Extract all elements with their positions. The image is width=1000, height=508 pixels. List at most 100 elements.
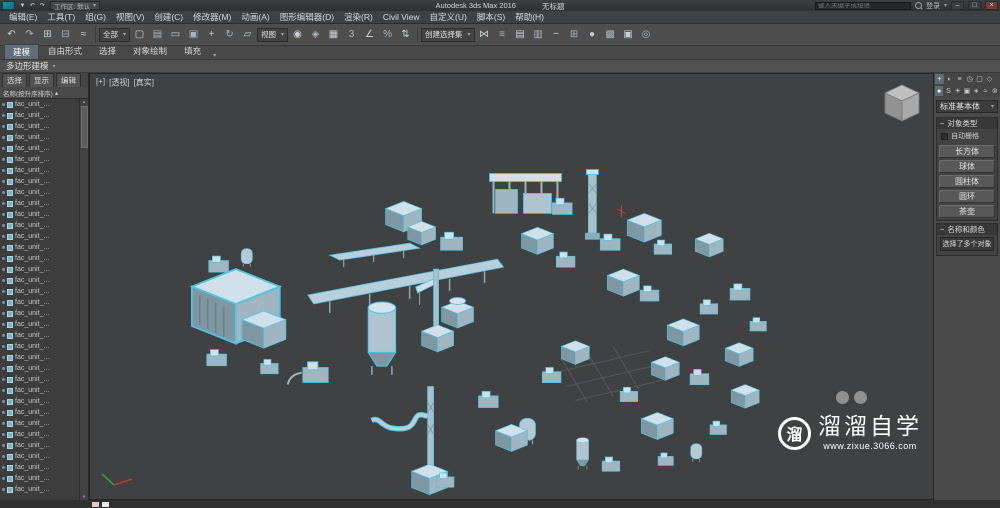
list-item[interactable]: fac_unit_... [0, 99, 79, 110]
keyboard-override-icon[interactable]: ▦ [325, 26, 342, 43]
menu-item[interactable]: 渲染(R) [339, 11, 378, 23]
scrollbar-thumb[interactable] [81, 106, 88, 148]
unlink-selection-icon[interactable]: ⊟ [57, 26, 74, 43]
list-item[interactable]: fac_unit_... [0, 231, 79, 242]
percent-snap-icon[interactable]: % [379, 26, 396, 43]
cameras-subtab[interactable]: ▣ [963, 86, 971, 96]
material-editor-icon[interactable]: ● [584, 26, 601, 43]
object-type-button[interactable]: 圆柱体 [939, 175, 995, 188]
list-item[interactable]: fac_unit_... [0, 473, 79, 484]
select-and-link-icon[interactable]: ⊞ [39, 26, 56, 43]
menu-item[interactable]: 工具(T) [42, 11, 80, 23]
object-type-button[interactable]: 长方体 [939, 145, 995, 158]
undo-icon[interactable]: ↶ [3, 26, 20, 43]
select-and-move-icon[interactable]: + [203, 26, 220, 43]
menu-item[interactable]: 视图(V) [111, 11, 149, 23]
list-item[interactable]: fac_unit_... [0, 352, 79, 363]
rendered-frame-icon[interactable]: ▣ [620, 26, 637, 43]
list-item[interactable]: fac_unit_... [0, 242, 79, 253]
menu-item[interactable]: 自定义(U) [425, 11, 472, 23]
helpers-subtab[interactable]: ∗ [972, 86, 980, 96]
list-item[interactable]: fac_unit_... [0, 143, 79, 154]
maximize-button[interactable]: □ [968, 1, 981, 10]
ribbon-toggle-icon[interactable]: ▥ [530, 26, 547, 43]
curve-editor-icon[interactable]: ~ [548, 26, 565, 43]
bind-to-space-warp-icon[interactable]: ≈ [75, 26, 92, 43]
sign-in-link[interactable]: 登录 [926, 1, 940, 11]
chevron-down-icon[interactable]: ▾ [944, 2, 947, 9]
3dsmax-logo[interactable] [2, 1, 15, 10]
menu-item[interactable]: 创建(C) [149, 11, 188, 23]
explorer-tab[interactable]: 编辑 [56, 73, 81, 88]
list-item[interactable]: fac_unit_... [0, 198, 79, 209]
menu-item[interactable]: Civil View [378, 12, 425, 22]
minimize-button[interactable]: – [951, 1, 964, 10]
ribbon-tab[interactable]: 建模 [4, 44, 39, 59]
angle-snap-icon[interactable]: ∠ [361, 26, 378, 43]
snap-toggle-icon[interactable]: 3 [343, 26, 360, 43]
list-item[interactable]: fac_unit_... [0, 429, 79, 440]
list-item[interactable]: fac_unit_... [0, 187, 79, 198]
list-item[interactable]: fac_unit_... [0, 374, 79, 385]
list-item[interactable]: fac_unit_... [0, 330, 79, 341]
list-item[interactable]: fac_unit_... [0, 132, 79, 143]
scroll-down-icon[interactable]: ▾ [83, 494, 86, 500]
list-item[interactable]: fac_unit_... [0, 319, 79, 330]
viewport-menu-plus[interactable]: [+] [96, 77, 105, 88]
menu-item[interactable]: 动画(A) [236, 11, 274, 23]
menu-item[interactable]: 编辑(E) [4, 11, 42, 23]
list-item[interactable]: fac_unit_... [0, 209, 79, 220]
qat-redo-icon[interactable]: ↷ [38, 1, 47, 10]
window-crossing-icon[interactable]: ▣ [185, 26, 202, 43]
viewcube[interactable] [879, 80, 925, 126]
systems-subtab[interactable]: ⊚ [991, 86, 999, 96]
mirror-icon[interactable]: ⋈ [476, 26, 493, 43]
ribbon-tab[interactable]: 自由形式 [40, 44, 90, 59]
modify-tab[interactable]: ◐ [945, 74, 954, 84]
list-item[interactable]: fac_unit_... [0, 396, 79, 407]
list-item[interactable]: fac_unit_... [0, 264, 79, 275]
ribbon-tab[interactable]: 对象绘制 [125, 44, 175, 59]
list-item[interactable]: fac_unit_... [0, 220, 79, 231]
chevron-down-icon[interactable]: ▾ [53, 63, 56, 70]
select-and-scale-icon[interactable]: ▱ [239, 26, 256, 43]
object-type-button[interactable]: 球体 [939, 160, 995, 173]
maxscript-mini-listener[interactable] [92, 502, 99, 507]
menu-item[interactable]: 修改器(M) [188, 11, 236, 23]
select-and-rotate-icon[interactable]: ↻ [221, 26, 238, 43]
list-item[interactable]: fac_unit_... [0, 407, 79, 418]
schematic-view-icon[interactable]: ⊞ [566, 26, 583, 43]
list-item[interactable]: fac_unit_... [0, 121, 79, 132]
select-object-icon[interactable]: ▢ [131, 26, 148, 43]
select-by-name-icon[interactable]: ▤ [149, 26, 166, 43]
selection-region-icon[interactable]: ▭ [167, 26, 184, 43]
list-item[interactable]: fac_unit_... [0, 363, 79, 374]
display-tab[interactable]: ▢ [975, 74, 984, 84]
menu-item[interactable]: 帮助(H) [510, 11, 549, 23]
list-item[interactable]: fac_unit_... [0, 451, 79, 462]
shapes-subtab[interactable]: S [944, 86, 952, 96]
list-item[interactable]: fac_unit_... [0, 110, 79, 121]
search-icon[interactable] [915, 2, 922, 9]
chevron-down-icon[interactable]: ▾ [213, 52, 216, 59]
object-type-button[interactable]: 茶壶 [939, 205, 995, 218]
scroll-up-icon[interactable]: ▴ [83, 99, 86, 105]
close-button[interactable]: × [985, 1, 998, 10]
autogrid-checkbox[interactable] [941, 133, 948, 140]
geometry-subtab[interactable]: ● [935, 86, 943, 96]
explorer-sort-header[interactable]: 名称(按升序排序) ▴ [0, 87, 88, 99]
menu-item[interactable]: 组(G) [80, 11, 111, 23]
polygon-modeling-panel[interactable]: 多边形建模 [6, 60, 49, 72]
list-item[interactable]: fac_unit_... [0, 253, 79, 264]
ribbon-tab[interactable]: 填充 [176, 44, 209, 59]
lights-subtab[interactable]: ☀ [954, 86, 962, 96]
maxscript-mini-listener[interactable] [102, 502, 109, 507]
list-item[interactable]: fac_unit_... [0, 176, 79, 187]
list-item[interactable]: fac_unit_... [0, 308, 79, 319]
reference-coordinate-dropdown[interactable]: 视图 ▾ [257, 28, 288, 42]
perspective-viewport[interactable]: [+] [透视] [真实] [89, 73, 934, 500]
menu-item[interactable]: 脚本(S) [472, 11, 510, 23]
align-icon[interactable]: ≡ [494, 26, 511, 43]
render-production-icon[interactable]: ◎ [638, 26, 655, 43]
save-file-icon[interactable]: ▼ [18, 1, 27, 10]
